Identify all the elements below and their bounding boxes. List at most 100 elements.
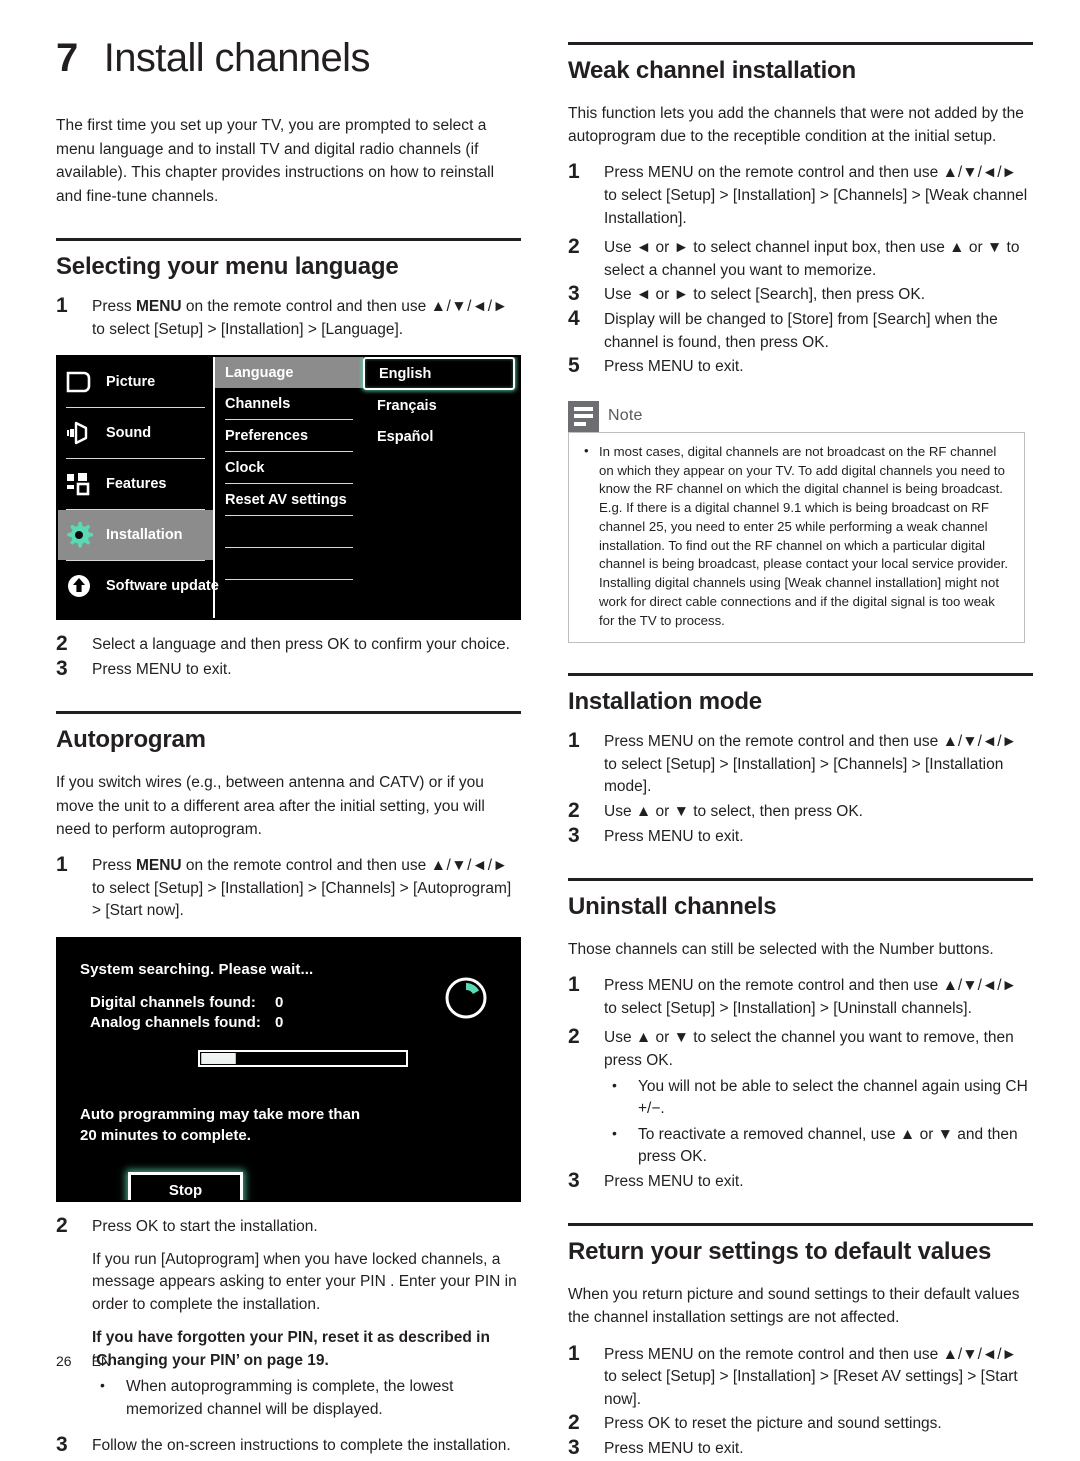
digital-channels-row: Digital channels found: 0 [90,993,499,1013]
reset-defaults-intro: When you return picture and sound settin… [568,1286,1020,1327]
step-text: Press OK to start the installation. [92,1217,318,1235]
step-item: 3 Press MENU to exit. [56,656,521,682]
step-number: 1 [56,293,68,317]
language-code: EN [91,1353,112,1369]
step-item: 3 Follow the on-screen instructions to c… [56,1433,521,1458]
step-number: 2 [568,1025,580,1049]
digital-channels-value: 0 [275,993,284,1011]
dpad-arrows: ▲/▼/◄/► [430,857,509,875]
search-progress-fill [201,1053,237,1065]
tv-language-menu-screenshot: Picture Sound Features Installation Soft… [56,355,521,621]
uninstall-intro: Those channels can still be selected wit… [568,940,994,958]
sidebar-item-sound[interactable]: Sound [58,408,213,458]
analog-channels-label: Analog channels found: [90,1014,261,1032]
steps-installation-mode: 1 Press MENU on the remote control and t… [568,729,1033,849]
step-number: 2 [568,798,580,822]
step-text: Press OK to reset the picture and sound … [604,1415,942,1433]
step-item: 3 Use ◄ or ► to select [Search], then pr… [568,282,1033,307]
divider [225,579,353,581]
autoprogram-pin-reset-note: If you have forgotten your PIN, reset it… [92,1329,490,1370]
language-option-english[interactable]: English [363,357,515,391]
note-content: In most cases, digital channels are not … [568,431,1025,644]
note-line-2: 20 minutes to complete. [80,1126,251,1144]
left-column: 7 Install channels The first time you se… [56,0,521,1458]
step-text: Select a language and then press OK to c… [92,636,510,654]
menu-item-reset-av-settings[interactable]: Reset AV settings [215,484,363,515]
note-paragraph-1: In most cases, digital channels are not … [599,443,1009,572]
menu-item-preferences[interactable]: Preferences [215,420,363,451]
tv-menu-middle-column: Language Channels Preferences Clock Rese… [215,357,363,618]
step-text: Press MENU on the remote control and the… [92,297,509,338]
section-heading-reset-defaults: Return your settings to default values [568,1238,992,1266]
divider [225,515,353,517]
menu-item-clock[interactable]: Clock [215,452,363,483]
weak-channel-intro: This function lets you add the channels … [568,104,1024,146]
menu-item-label: Clock [225,459,265,476]
analog-channels-row: Analog channels found: 0 [90,1013,499,1033]
steps-autoprogram: 1 Press MENU on the remote control and t… [56,853,521,923]
autoprogram-search-screenshot: System searching. Please wait... Digital… [56,936,521,1202]
step-item: 2 Press OK to reset the picture and soun… [568,1411,1033,1436]
step-item: 2 Use ▲ or ▼ to select, then press OK. [568,798,1033,824]
sidebar-item-label: Picture [106,374,156,391]
step-number: 2 [56,632,68,656]
divider [225,451,353,453]
steps-uninstall: 1 Press MENU on the remote control and t… [568,973,1033,1193]
digital-channels-label: Digital channels found: [90,993,256,1011]
step-text: Use ◄ or ► to select [Search], then pres… [604,286,926,304]
step-text: Press MENU to exit. [604,1440,744,1458]
sidebar-item-label: Software update [106,578,219,595]
step-number: 3 [568,1168,580,1192]
step-number: 5 [568,354,580,378]
chapter-title: Install channels [103,36,371,80]
chapter-intro: The first time you set up your TV, you a… [56,117,495,205]
menu-item-label: Language [225,364,294,381]
step-number: 3 [568,823,580,847]
step-number: 1 [568,973,580,997]
menu-item-channels[interactable]: Channels [215,388,363,419]
page-footer: 26 EN [56,1353,111,1369]
language-option-label: English [379,365,432,382]
step-number: 3 [568,1436,580,1460]
sidebar-item-picture[interactable]: Picture [58,357,213,407]
steps-autoprogram-final: 3 Follow the on-screen instructions to c… [56,1433,521,1458]
step-number: 3 [56,656,68,680]
step-text: Press MENU to exit. [604,1172,744,1190]
step-text: Press MENU on the remote control and the… [604,977,1017,1017]
note-icon [568,400,599,432]
language-option-espanol[interactable]: Español [363,421,519,452]
language-option-label: Español [377,428,434,445]
picture-icon [66,371,91,393]
step-text: Use ▲ or ▼ to select, then press OK. [604,802,863,820]
divider [225,547,353,549]
list-item: In most cases, digital channels are not … [581,442,1012,630]
section-heading-menu-language: Selecting your menu language [56,253,399,281]
list-item: When autoprogramming is complete, the lo… [92,1375,521,1421]
right-column: Weak channel installation This function … [568,0,1033,1461]
step-number: 1 [568,1341,580,1365]
list-item: You will not be able to select the chann… [604,1075,1033,1121]
steps-weak-channel: 1 Press MENU on the remote control and t… [568,160,1033,379]
section-rule [568,878,1033,882]
menu-item-label: Channels [225,395,291,412]
sidebar-item-features[interactable]: Features [58,459,213,509]
step-item: 5 Press MENU to exit. [568,354,1033,379]
step-number: 1 [568,160,580,184]
page-number: 26 [56,1353,72,1369]
grid-icon [67,473,90,496]
language-option-francais[interactable]: Français [363,390,519,421]
menu-item-language[interactable]: Language [215,357,363,389]
step-text: Use ▲ or ▼ to select the channel you wan… [604,1029,1014,1070]
search-status-title: System searching. Please wait... [80,960,314,978]
step-item: 3 Press MENU to exit. [568,1436,1033,1461]
step-item: 3 Press MENU to exit. [568,823,1033,849]
stop-button[interactable]: Stop [128,1171,243,1200]
section-heading-uninstall-channels: Uninstall channels [568,893,777,921]
uninstall-bullets: You will not be able to select the chann… [604,1075,1033,1169]
menu-item-label: Preferences [225,427,309,444]
step-text: Follow the on-screen instructions to com… [92,1437,511,1455]
sidebar-item-installation[interactable]: Installation [58,510,213,561]
chapter-number: 7 [56,36,78,80]
step-item: 1 Press MENU on the remote control and t… [568,160,1033,230]
sidebar-item-software-update[interactable]: Software update [58,561,219,611]
